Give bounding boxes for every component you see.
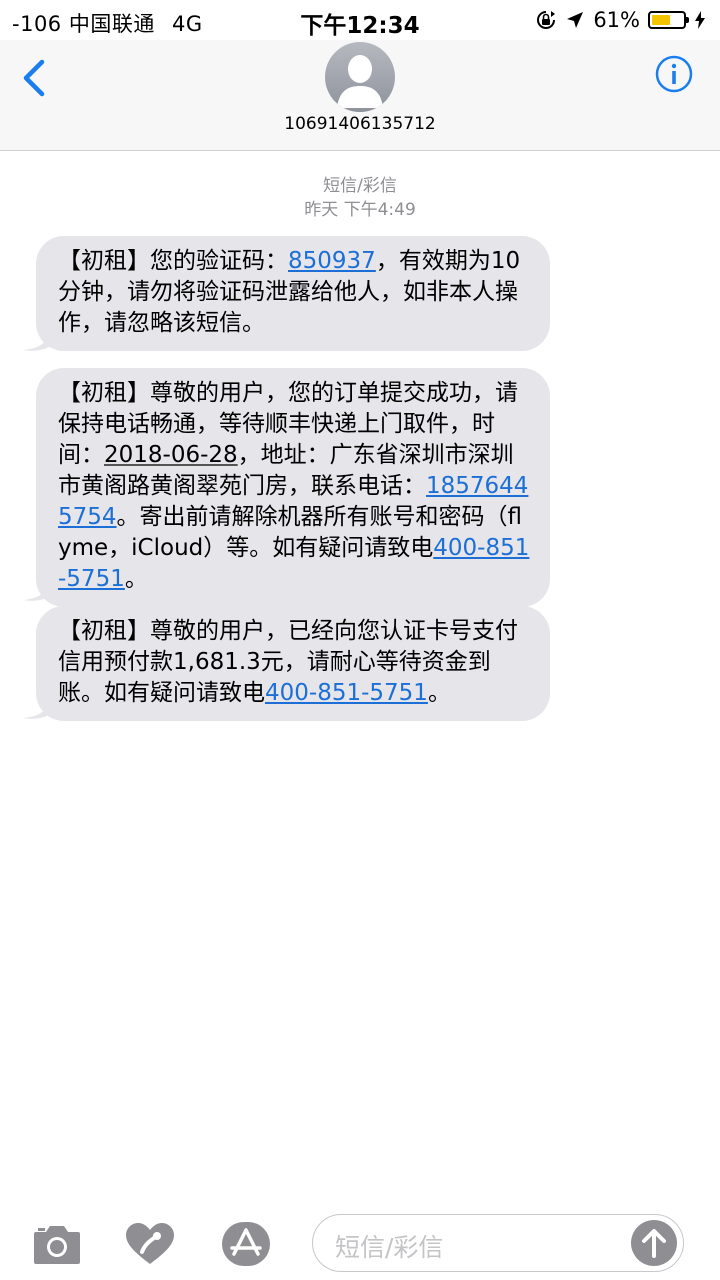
phone-link[interactable]: 400-851-5751 [265,680,428,706]
orientation-lock-icon [537,11,556,29]
battery-icon [648,11,689,29]
info-icon[interactable] [654,54,694,94]
message-text: 。 [124,566,148,592]
message-input[interactable]: 短信/彩信 [312,1214,684,1272]
status-right: 61% [535,8,706,32]
thread-timestamp: 短信/彩信 昨天 下午4:49 [0,174,720,222]
charging-bolt-icon [695,11,705,29]
send-arrow-icon [642,1229,666,1258]
battery-percent: 61% [593,8,640,32]
date-link[interactable]: 2018-06-28 [104,442,238,468]
message-bubble[interactable]: 【初租】尊敬的用户，已经向您认证卡号支付信用预付款1,681.3元，请耐心等待资… [36,606,550,721]
message-bubble[interactable]: 【初租】尊敬的用户，您的订单提交成功，请保持电话畅通，等待顺丰快递上门取件，时间… [36,368,550,607]
bubble-tail [24,700,54,719]
verification-code-link[interactable]: 850937 [288,248,376,274]
camera-icon[interactable] [32,1222,82,1266]
bubble-tail [24,582,54,601]
back-chevron-icon[interactable] [16,58,56,98]
status-bar: -106 中国联通 4G 下午12:34 61% [0,0,720,40]
contact-name[interactable]: 10691406135712 [0,114,720,134]
battery-fill [652,15,670,25]
digital-touch-heart-icon[interactable] [124,1222,176,1266]
message-text: 【初租】您的验证码： [58,248,288,274]
input-placeholder: 短信/彩信 [335,1233,444,1262]
input-bar: 短信/彩信 [0,1200,720,1280]
nav-bar: 10691406135712 [0,40,720,151]
message-text: 。 [427,680,451,706]
app-store-icon[interactable] [218,1222,274,1266]
message-bubble[interactable]: 【初租】您的验证码：850937，有效期为10分钟，请勿将验证码泄露给他人，如非… [36,236,550,351]
send-button[interactable] [631,1220,677,1266]
service-label: 短信/彩信 [323,176,397,196]
message-time: 昨天 下午4:49 [304,200,416,220]
bubble-tail [24,332,54,351]
avatar-person-icon [337,55,383,108]
battery-cap [686,17,689,23]
contact-avatar[interactable] [325,42,395,112]
location-arrow-icon [567,12,584,28]
